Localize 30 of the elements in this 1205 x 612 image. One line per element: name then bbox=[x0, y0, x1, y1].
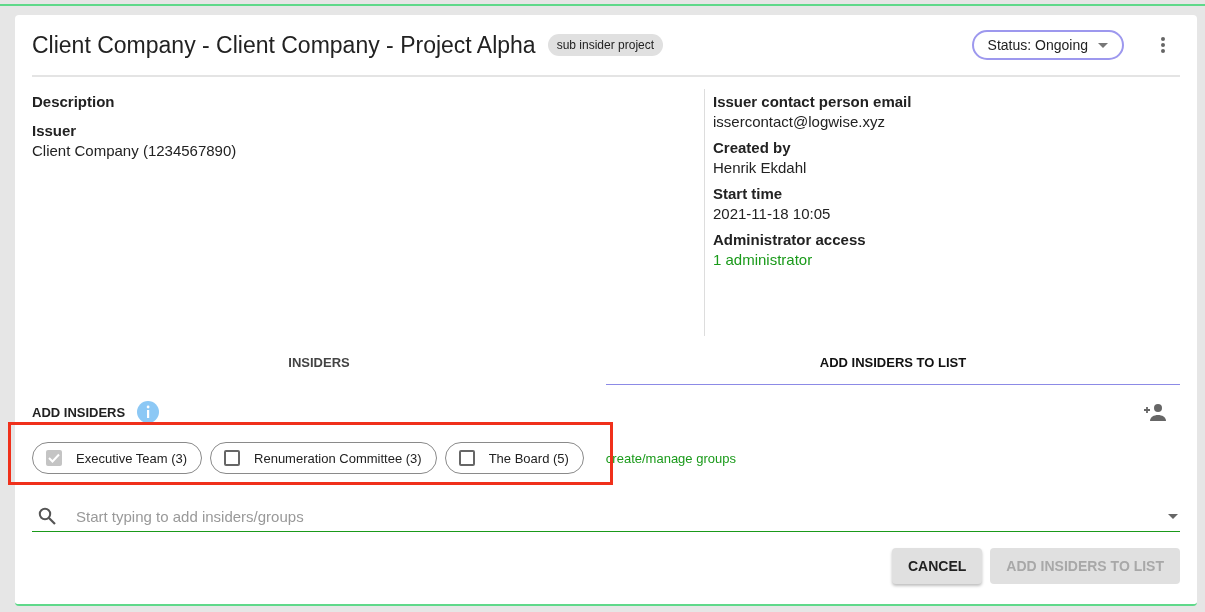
more-options-icon[interactable] bbox=[1160, 36, 1166, 54]
caret-icon[interactable] bbox=[1168, 513, 1178, 519]
field-value: Henrik Ekdahl bbox=[713, 159, 808, 176]
group-label: The Board (5) bbox=[488, 450, 569, 466]
administrators-link[interactable]: 1 administrator bbox=[713, 251, 1180, 268]
section-heading: ADD INSIDERS bbox=[32, 404, 126, 420]
project-type-badge: sub insider project bbox=[547, 34, 664, 56]
search-field[interactable]: Start typing to add insiders/groups bbox=[74, 506, 1168, 526]
group-label: Renumeration Committee (3) bbox=[254, 450, 422, 466]
project-title: Client Company - Client Company - Project Alpha bbox=[32, 31, 536, 59]
checkbox[interactable] bbox=[224, 450, 241, 466]
field-label: Start time bbox=[713, 185, 784, 202]
field-label: Issuer bbox=[32, 122, 78, 139]
field-value: issercontact@logwise.xyz bbox=[713, 113, 886, 130]
status-dropdown[interactable]: Status: Ongoing bbox=[971, 30, 1124, 60]
info-icon[interactable] bbox=[137, 401, 160, 423]
checkbox[interactable] bbox=[458, 450, 475, 466]
caret-icon bbox=[1098, 42, 1108, 48]
field-label: Issuer contact person email bbox=[713, 93, 913, 110]
add-person-icon[interactable] bbox=[1143, 403, 1167, 421]
field-value: Client Company (1234567890) bbox=[32, 142, 238, 159]
group-chip[interactable]: The Board (5) bbox=[444, 442, 584, 474]
search-icon bbox=[38, 507, 56, 525]
group-chip[interactable]: Renumeration Committee (3) bbox=[210, 442, 437, 474]
action-button[interactable]: CANCEL bbox=[892, 548, 983, 584]
field-value: 2021-11-18 10:05 bbox=[713, 205, 832, 222]
field-label: Description bbox=[32, 93, 116, 110]
field-label: Created by bbox=[713, 139, 792, 156]
field-label: Administrator access bbox=[713, 231, 867, 248]
group-label: Executive Team (3) bbox=[76, 450, 188, 466]
